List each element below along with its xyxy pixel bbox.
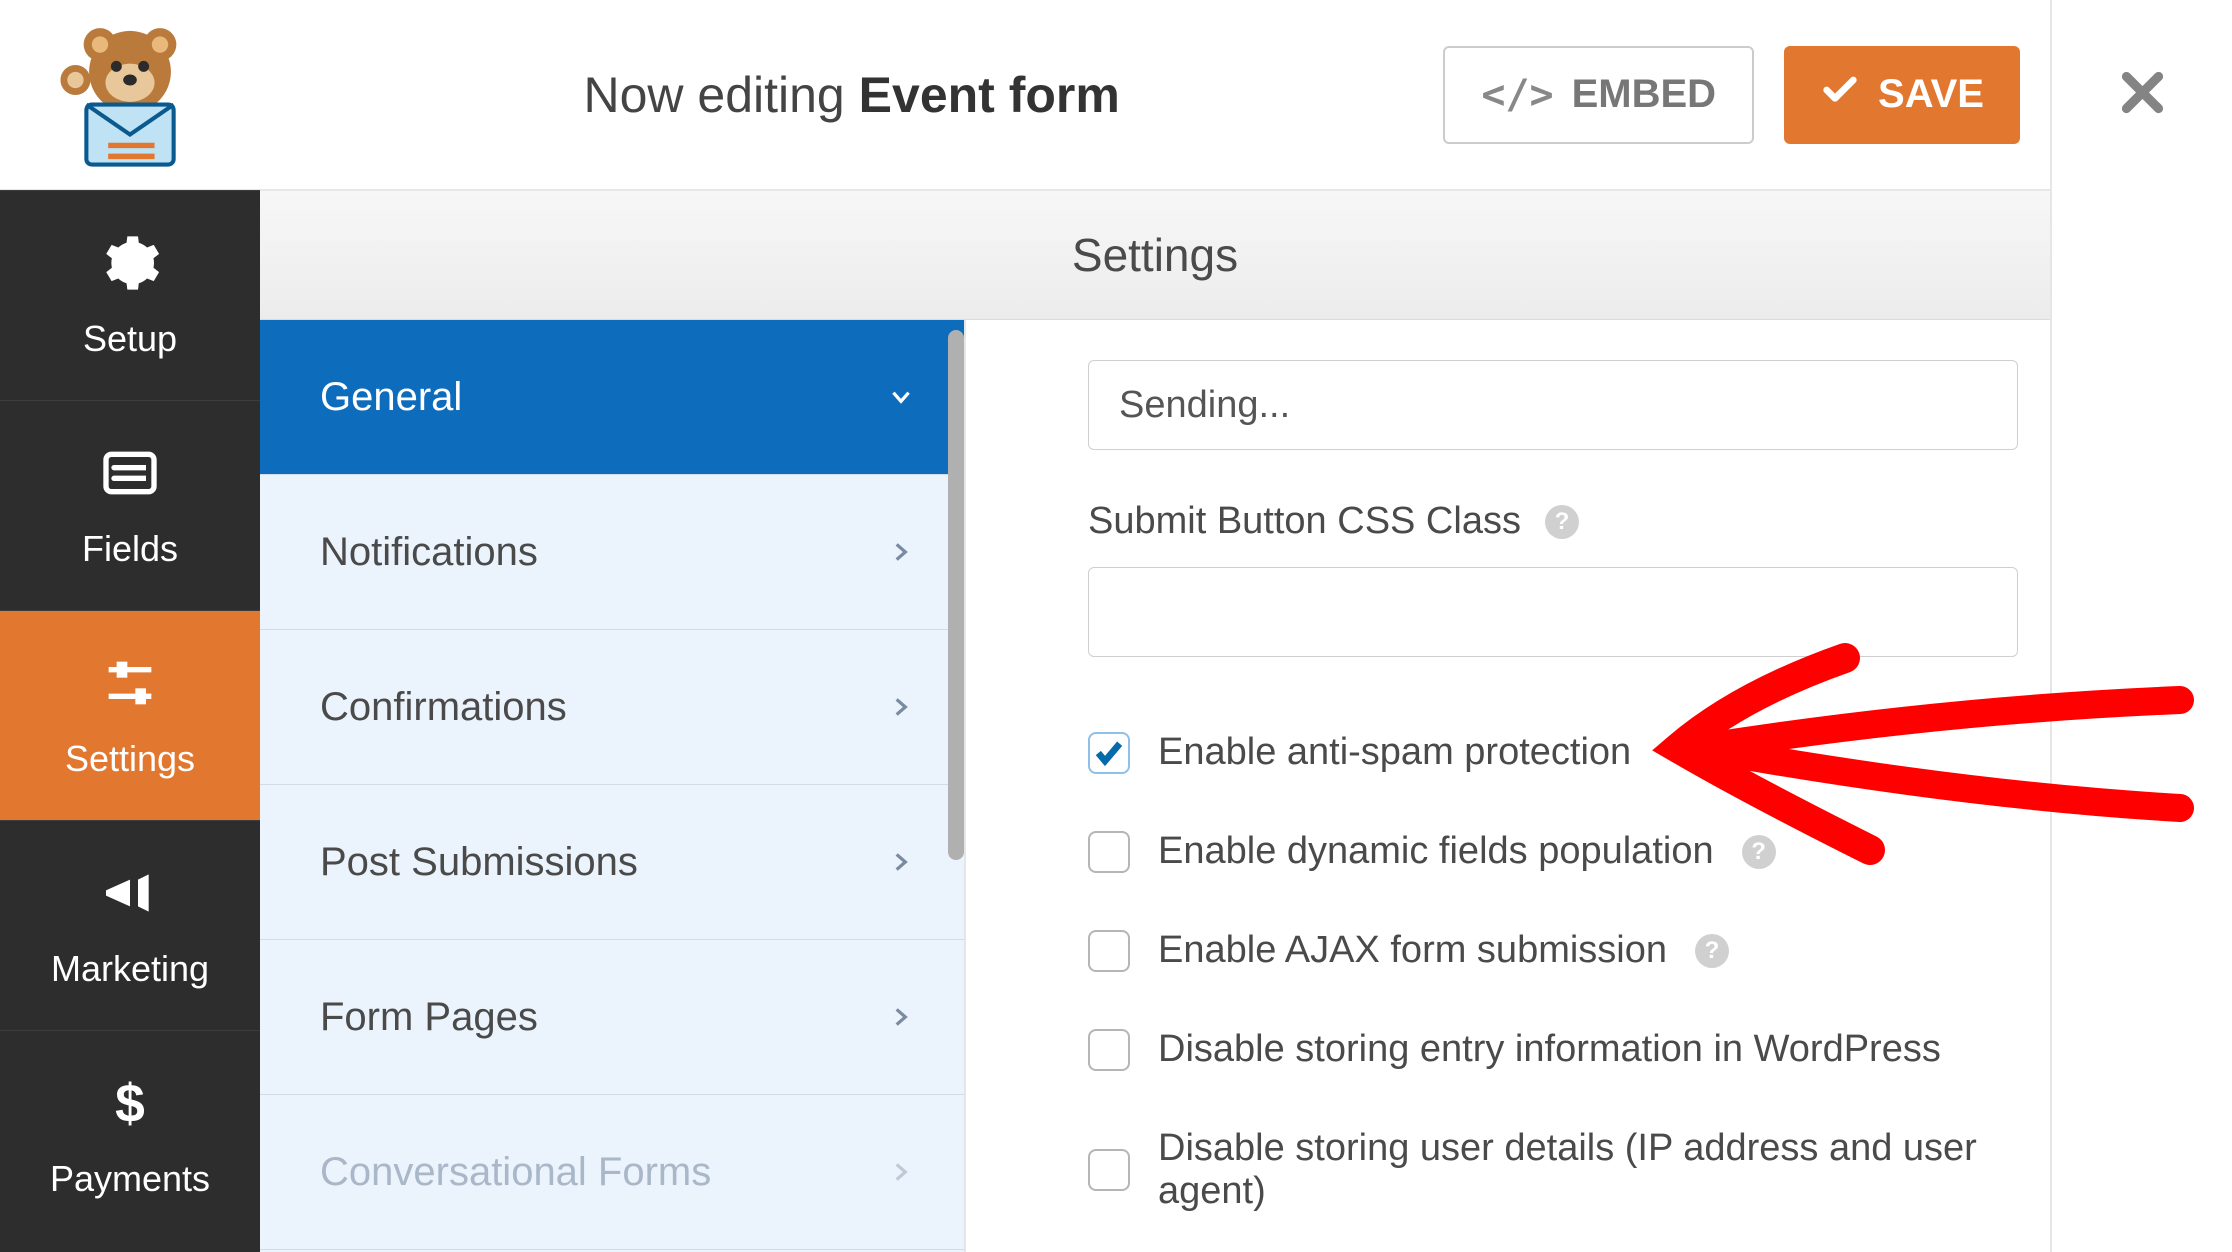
check-icon xyxy=(1820,70,1860,120)
embed-label: EMBED xyxy=(1572,72,1716,117)
checkbox-label: Enable dynamic fields population xyxy=(1158,830,1714,873)
chevron-right-icon xyxy=(888,995,914,1040)
sidebar-item-label: Settings xyxy=(65,738,195,780)
settings-menu-general[interactable]: General xyxy=(260,320,964,475)
checkbox-label: Enable AJAX form submission xyxy=(1158,929,1667,972)
settings-menu-notifications[interactable]: Notifications xyxy=(260,475,964,630)
close-button[interactable] xyxy=(2050,0,2232,190)
settings-form-area: Sending... Submit Button CSS Class ? Ena… xyxy=(964,320,2050,1252)
wpforms-logo xyxy=(0,20,260,170)
sidebar-item-label: Setup xyxy=(83,318,177,360)
form-name: Event form xyxy=(859,67,1120,123)
offscreen-strip xyxy=(2050,190,2232,1252)
chevron-down-icon xyxy=(888,375,914,420)
chevron-right-icon xyxy=(888,530,914,575)
checkbox-dynamic-fields[interactable] xyxy=(1088,831,1130,873)
list-icon xyxy=(98,441,162,514)
submit-processing-text-value: Sending... xyxy=(1119,384,1290,427)
settings-panel-title: Settings xyxy=(260,190,2050,320)
sidebar-item-marketing[interactable]: Marketing xyxy=(0,820,260,1030)
gear-icon xyxy=(98,231,162,304)
help-icon[interactable]: ? xyxy=(1545,505,1579,539)
editing-title: Now editing Event form xyxy=(260,66,1443,124)
settings-menu-label: Confirmations xyxy=(320,685,567,730)
css-class-input[interactable] xyxy=(1088,567,2018,657)
code-icon: </> xyxy=(1481,72,1553,118)
help-icon[interactable]: ? xyxy=(1695,934,1729,968)
checkbox-disable-user[interactable] xyxy=(1088,1149,1130,1191)
chevron-right-icon xyxy=(888,1150,914,1195)
sidebar-item-payments[interactable]: $ Payments xyxy=(0,1030,260,1240)
settings-menu-label: Conversational Forms xyxy=(320,1150,711,1195)
checkbox-label: Enable anti-spam protection xyxy=(1158,731,1631,774)
checkbox-row-antispam: Enable anti-spam protection xyxy=(1088,731,2000,774)
help-icon[interactable]: ? xyxy=(1742,835,1776,869)
editing-prefix: Now editing xyxy=(583,67,844,123)
header-actions: </> EMBED SAVE xyxy=(1443,46,2050,144)
settings-menu-label: Post Submissions xyxy=(320,840,638,885)
settings-menu-confirmations[interactable]: Confirmations xyxy=(260,630,964,785)
checkbox-row-disable-user: Disable storing user details (IP address… xyxy=(1088,1127,2000,1213)
checkbox-antispam[interactable] xyxy=(1088,732,1130,774)
settings-menu-post-submissions[interactable]: Post Submissions xyxy=(260,785,964,940)
editor-header: Now editing Event form </> EMBED SAVE xyxy=(0,0,2050,190)
css-class-label-text: Submit Button CSS Class xyxy=(1088,500,1521,543)
settings-menu-label: Form Pages xyxy=(320,995,538,1040)
save-button[interactable]: SAVE xyxy=(1784,46,2020,144)
sidebar-item-settings[interactable]: Settings xyxy=(0,610,260,820)
checkbox-row-dynamic-fields: Enable dynamic fields population ? xyxy=(1088,830,2000,873)
sidebar-item-label: Payments xyxy=(50,1158,210,1200)
checkbox-row-disable-entry: Disable storing entry information in Wor… xyxy=(1088,1028,2000,1071)
close-icon xyxy=(2115,65,2170,125)
scrollbar-thumb[interactable] xyxy=(948,330,964,860)
chevron-right-icon xyxy=(888,840,914,885)
sidebar-item-fields[interactable]: Fields xyxy=(0,400,260,610)
embed-button[interactable]: </> EMBED xyxy=(1443,46,1754,144)
css-class-label: Submit Button CSS Class ? xyxy=(1088,500,2000,543)
dollar-icon: $ xyxy=(98,1071,162,1144)
checkbox-label: Disable storing entry information in Wor… xyxy=(1158,1028,1941,1071)
sidebar-item-label: Fields xyxy=(82,528,178,570)
sliders-icon xyxy=(98,651,162,724)
primary-sidebar: Setup Fields Settings Marketing $ Paymen… xyxy=(0,190,260,1252)
settings-submenu: General Notifications Confirmations Post… xyxy=(260,320,964,1252)
settings-menu-label: General xyxy=(320,375,462,420)
submit-processing-text-input[interactable]: Sending... xyxy=(1088,360,2018,450)
svg-text:$: $ xyxy=(115,1075,145,1134)
settings-menu-conversational-forms[interactable]: Conversational Forms xyxy=(260,1095,964,1250)
settings-panel-title-text: Settings xyxy=(1072,228,1238,282)
settings-menu-form-pages[interactable]: Form Pages xyxy=(260,940,964,1095)
sidebar-item-label: Marketing xyxy=(51,948,209,990)
sidebar-item-setup[interactable]: Setup xyxy=(0,190,260,400)
checkbox-row-ajax: Enable AJAX form submission ? xyxy=(1088,929,2000,972)
checkbox-disable-entry[interactable] xyxy=(1088,1029,1130,1071)
checkbox-label: Disable storing user details (IP address… xyxy=(1158,1127,2000,1213)
settings-menu-label: Notifications xyxy=(320,530,538,575)
checkbox-ajax[interactable] xyxy=(1088,930,1130,972)
bullhorn-icon xyxy=(98,861,162,934)
save-label: SAVE xyxy=(1878,72,1984,117)
chevron-right-icon xyxy=(888,685,914,730)
